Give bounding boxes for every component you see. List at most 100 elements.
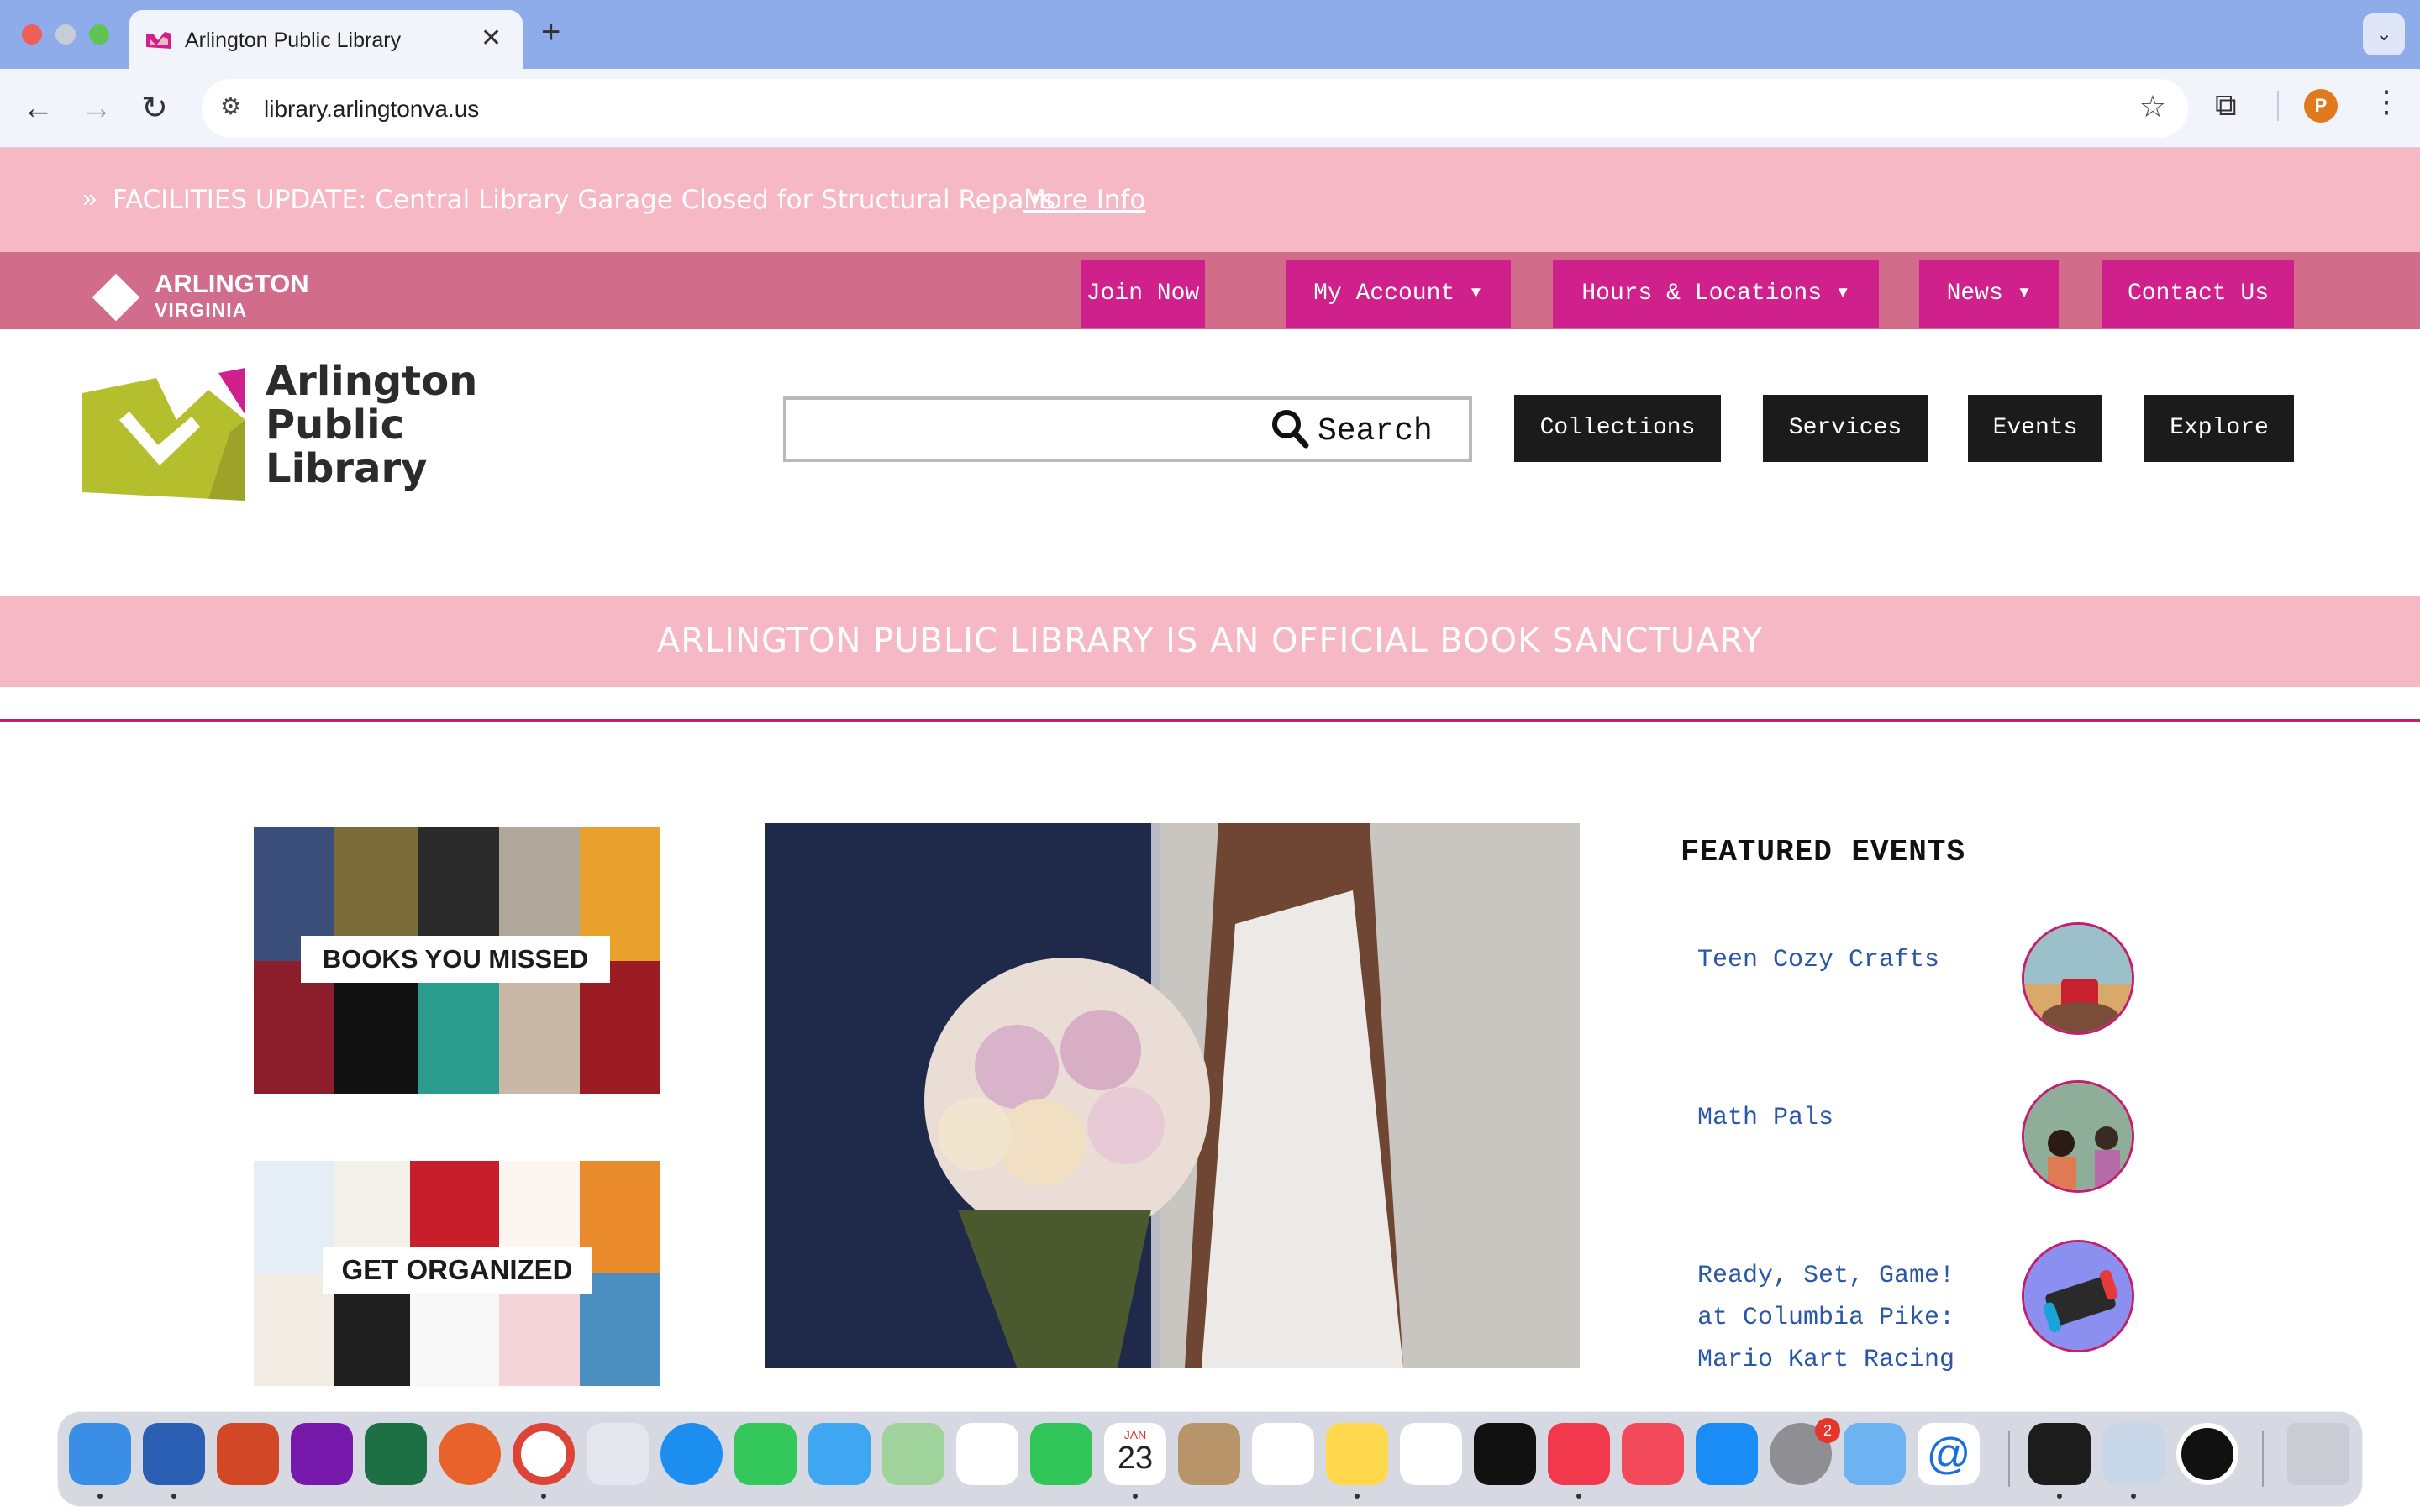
hero-wedding-bouquet-image[interactable] — [765, 823, 1580, 1368]
finder-icon[interactable] — [69, 1423, 131, 1485]
game-console-icon — [2024, 1242, 2132, 1350]
dock-running-indicator — [1355, 1494, 1360, 1499]
facetime-icon[interactable] — [1030, 1423, 1092, 1485]
safari-icon[interactable] — [660, 1423, 723, 1485]
reload-icon[interactable]: ↻ — [141, 87, 168, 129]
get-organized-promo[interactable]: GET ORGANIZED — [254, 1161, 660, 1386]
maps-icon[interactable] — [882, 1423, 944, 1485]
search-label[interactable]: Search — [1318, 413, 1433, 449]
county-top-nav: ARLINGTON VIRGINIA Join Now My Account ▾… — [0, 252, 2420, 329]
featured-events-heading: FEATURED EVENTS — [1681, 835, 1966, 869]
dock-running-indicator — [171, 1494, 176, 1499]
event-link-mario-kart[interactable]: Ready, Set, Game! at Columbia Pike: Mari… — [1697, 1255, 1954, 1381]
alert-text: FACILITIES UPDATE: Central Library Garag… — [113, 185, 1055, 215]
folder-icon[interactable] — [1844, 1423, 1906, 1485]
event-link-math-pals[interactable]: Math Pals — [1697, 1097, 1833, 1139]
extensions-puzzle-icon[interactable]: ⧉ — [2215, 87, 2237, 123]
browser-menu-icon[interactable]: ⋮ — [2371, 84, 2402, 119]
excel-icon[interactable] — [365, 1423, 427, 1485]
section-divider — [0, 719, 2420, 722]
preview-icon[interactable] — [2102, 1423, 2165, 1485]
logo-line-2: Public — [266, 402, 405, 449]
at-sign-icon[interactable]: @ — [1918, 1423, 1980, 1485]
contacts-icon[interactable] — [1178, 1423, 1240, 1485]
forward-arrow-icon[interactable]: → — [81, 87, 113, 129]
event-thumbnail-teen-cozy-crafts[interactable] — [2022, 922, 2134, 1035]
browser-toolbar: ← → ↻ ⚙ library.arlingtonva.us ☆ — [0, 69, 2420, 148]
word-icon[interactable] — [143, 1423, 205, 1485]
promo-label: BOOKS YOU MISSED — [301, 936, 610, 983]
site-info-icon[interactable]: ⚙ — [220, 92, 241, 120]
join-now-button[interactable]: Join Now — [1081, 260, 1205, 328]
search-icon — [1272, 410, 1309, 449]
firefox-icon[interactable] — [439, 1423, 501, 1485]
fullscreen-window-button[interactable] — [89, 24, 109, 45]
sanctuary-text: ARLINGTON PUBLIC LIBRARY IS AN OFFICIAL … — [656, 622, 1764, 660]
dock-divider — [2262, 1431, 2264, 1487]
minimize-window-button[interactable] — [55, 24, 76, 45]
launchpad-icon[interactable] — [587, 1423, 649, 1485]
alert-more-info-link[interactable]: More Info — [1023, 185, 1145, 215]
dock-running-indicator — [97, 1494, 103, 1499]
address-url[interactable]: library.arlingtonva.us — [264, 96, 479, 123]
promo-label: GET ORGANIZED — [323, 1247, 592, 1294]
arlington-library-logo[interactable]: Arlington Public Library — [82, 360, 477, 502]
notes-icon[interactable] — [1326, 1423, 1388, 1485]
services-button[interactable]: Services — [1763, 395, 1928, 462]
settings-notification-badge: 2 — [1815, 1418, 1840, 1443]
news-menu[interactable]: News ▾ — [1919, 260, 2059, 328]
browser-tab-bar: Arlington Public Library ✕ + ⌄ — [0, 0, 2420, 69]
chrome-icon[interactable] — [513, 1423, 575, 1485]
event-title-line: at Columbia Pike: — [1697, 1304, 1955, 1332]
freeform-icon[interactable] — [1400, 1423, 1462, 1485]
address-bar[interactable]: ⚙ library.arlingtonva.us ☆ — [202, 79, 2188, 138]
hours-locations-menu[interactable]: Hours & Locations ▾ — [1553, 260, 1879, 328]
classroom-math-icon — [2024, 1083, 2132, 1190]
music-icon[interactable] — [1548, 1423, 1610, 1485]
news-app-icon[interactable] — [1622, 1423, 1684, 1485]
photos-icon[interactable] — [956, 1423, 1018, 1485]
book-sanctuary-banner[interactable]: ARLINGTON PUBLIC LIBRARY IS AN OFFICIAL … — [0, 596, 2420, 687]
tab-search-chevron-icon[interactable]: ⌄ — [2363, 13, 2405, 55]
back-arrow-icon[interactable]: ← — [22, 87, 54, 129]
terminal-icon[interactable] — [2028, 1423, 2091, 1485]
browser-tab[interactable]: Arlington Public Library ✕ — [129, 10, 523, 69]
logo-line-3: Library — [266, 445, 428, 492]
dock-running-indicator — [1576, 1494, 1581, 1499]
tab-close-icon[interactable]: ✕ — [481, 24, 502, 53]
books-you-missed-promo[interactable]: BOOKS YOU MISSED — [254, 827, 660, 1094]
events-button[interactable]: Events — [1968, 395, 2102, 462]
apple-tv-icon[interactable] — [1474, 1423, 1536, 1485]
clock-icon[interactable] — [2176, 1423, 2238, 1485]
facilities-alert-banner: » FACILITIES UPDATE: Central Library Gar… — [0, 148, 2420, 252]
event-thumbnail-math-pals[interactable] — [2022, 1080, 2134, 1193]
calendar-month: JAN — [1123, 1428, 1147, 1441]
messages-icon[interactable] — [734, 1423, 797, 1485]
county-diamond-icon — [92, 273, 140, 322]
powerpoint-icon[interactable] — [217, 1423, 279, 1485]
trash-icon[interactable] — [2287, 1423, 2349, 1485]
my-account-menu[interactable]: My Account ▾ — [1286, 260, 1511, 328]
library-logo-mark-icon — [82, 368, 245, 501]
calendar-icon[interactable]: JAN 23 — [1104, 1423, 1166, 1485]
event-link-teen-cozy-crafts[interactable]: Teen Cozy Crafts — [1697, 939, 1939, 981]
profile-avatar[interactable]: P — [2304, 89, 2338, 123]
reminders-icon[interactable] — [1252, 1423, 1314, 1485]
catalog-search-box[interactable]: Search — [783, 396, 1472, 462]
mail-icon[interactable] — [808, 1423, 871, 1485]
calendar-day: 23 — [1117, 1441, 1154, 1476]
contact-us-button[interactable]: Contact Us — [2102, 260, 2294, 328]
event-title-line: Mario Kart Racing — [1697, 1346, 1955, 1374]
bookmark-star-icon[interactable]: ☆ — [2139, 89, 2166, 124]
event-thumbnail-mario-kart[interactable] — [2022, 1240, 2134, 1352]
onenote-icon[interactable] — [291, 1423, 353, 1485]
explore-button[interactable]: Explore — [2144, 395, 2294, 462]
dock-divider — [2008, 1431, 2010, 1487]
alert-chevron-icon: » — [82, 183, 97, 213]
close-window-button[interactable] — [22, 24, 42, 45]
dock-running-indicator — [1133, 1494, 1138, 1499]
collections-button[interactable]: Collections — [1514, 395, 1721, 462]
new-tab-button[interactable]: + — [541, 13, 560, 51]
county-state: VIRGINIA — [155, 299, 248, 321]
app-store-icon[interactable] — [1696, 1423, 1758, 1485]
